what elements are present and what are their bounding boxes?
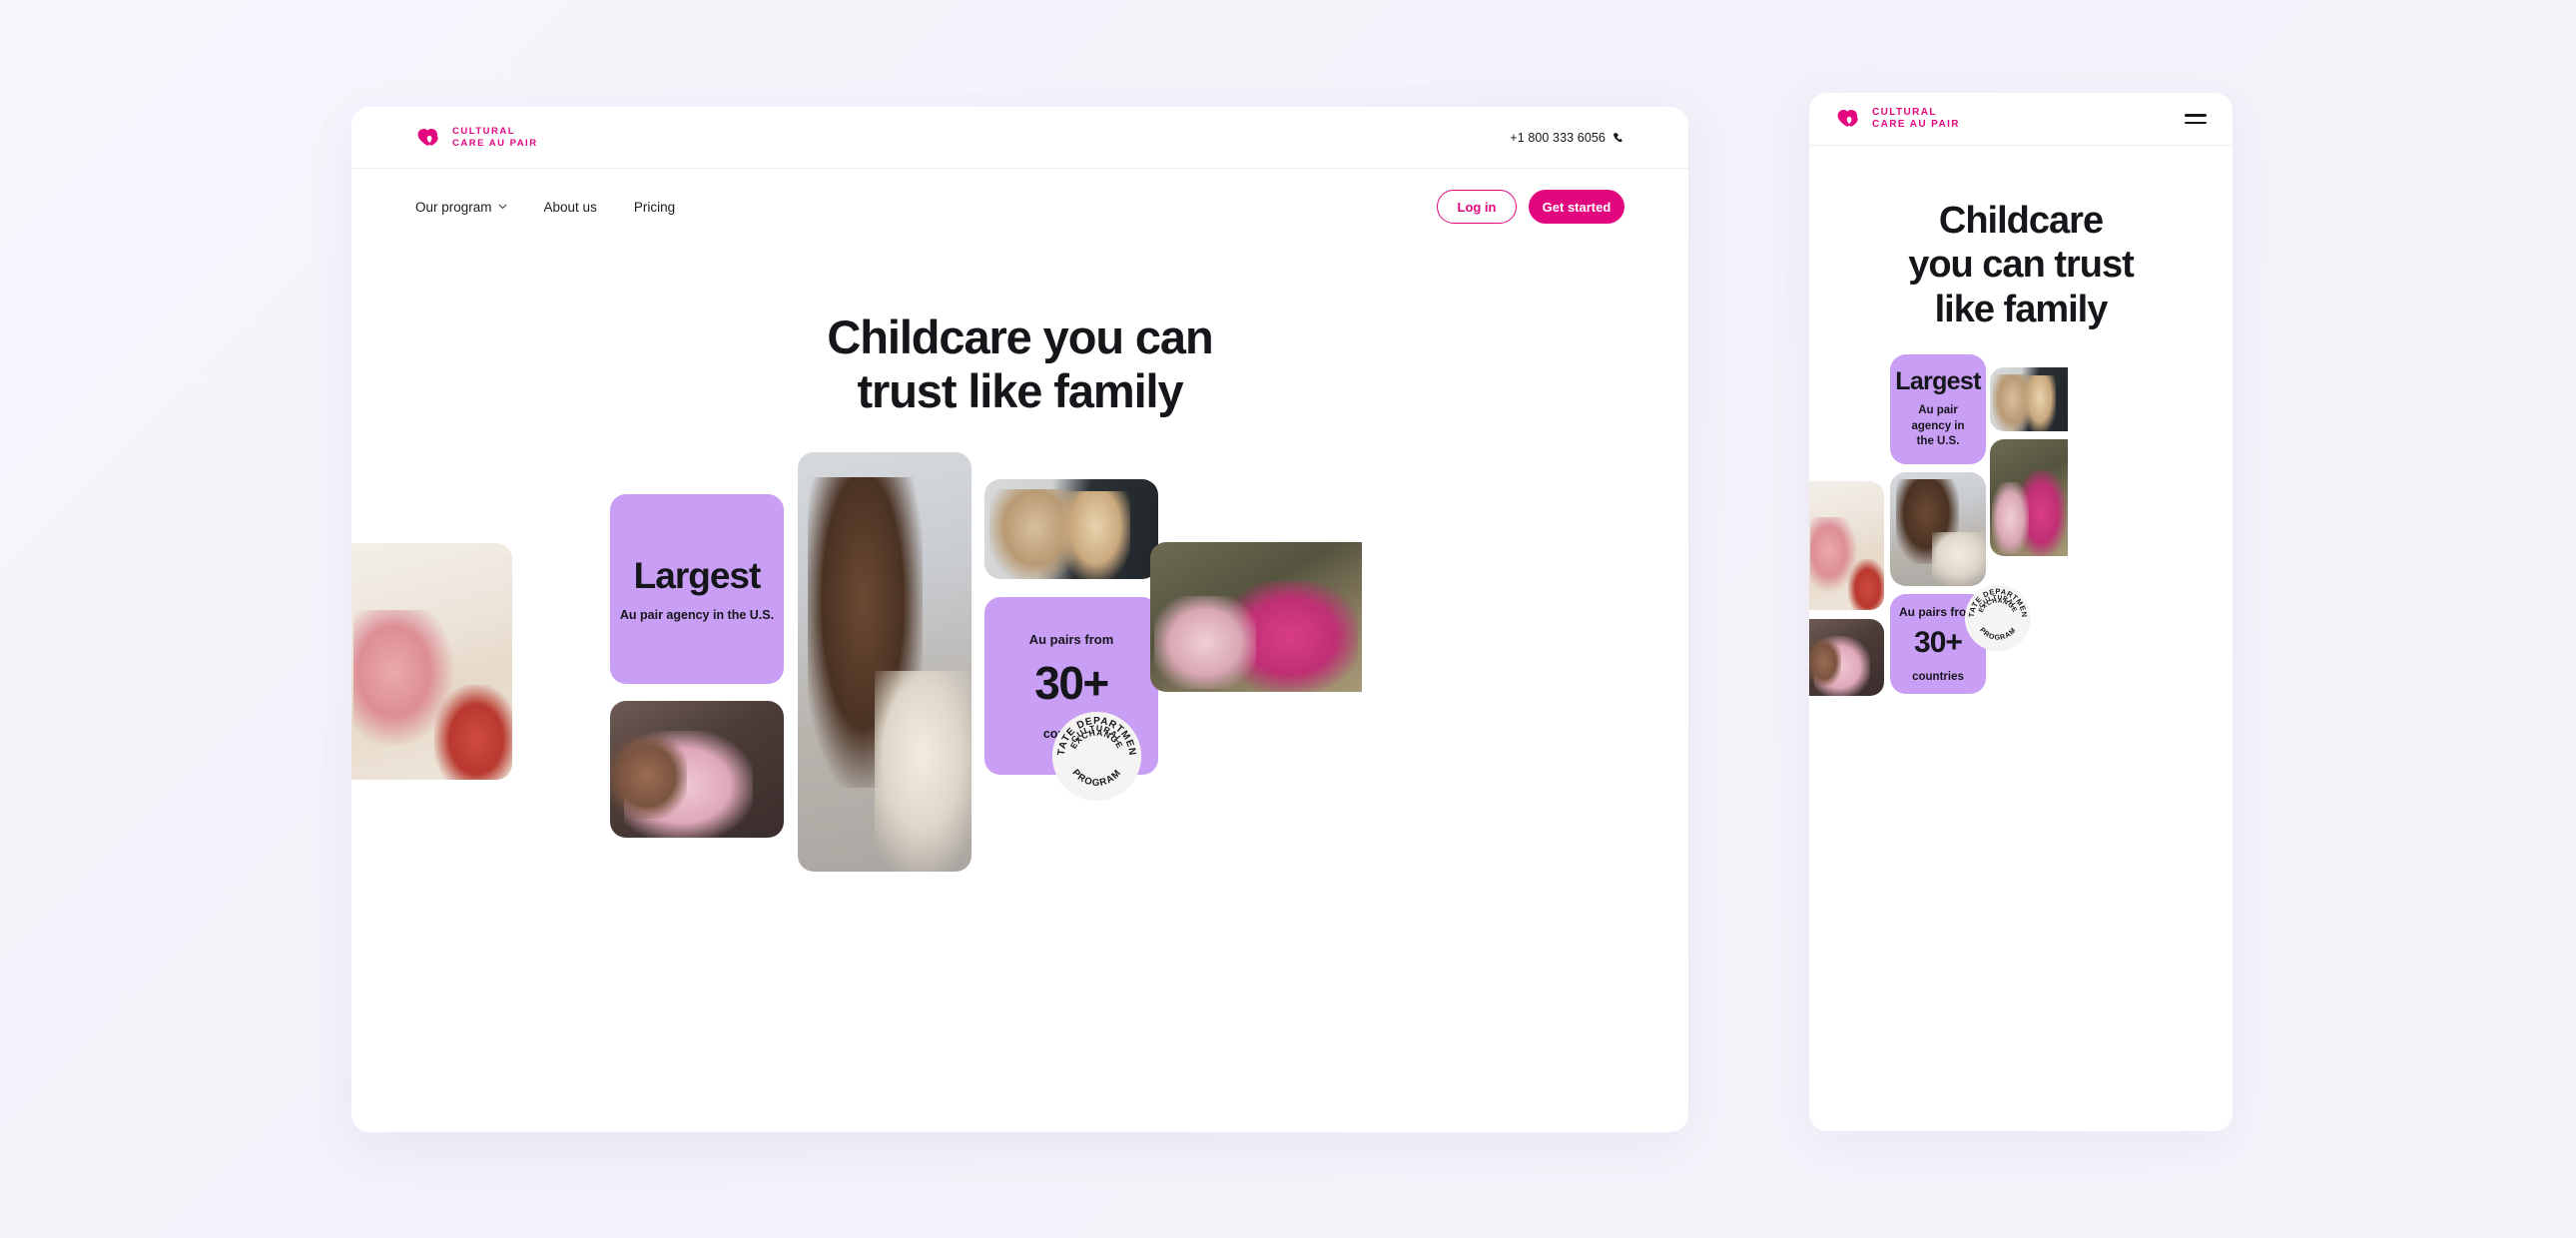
desktop-mockup-frame: CULTURAL CARE AU PAIR +1 800 333 6056 Ou… [351,107,1688,1132]
mobile-hero-title-line-1: Childcare [1938,200,2104,242]
brand-line-2: CARE AU PAIR [452,137,538,149]
state-department-seal-badge: STATE DEPARTMENT CULTURAL EXCHANGE PROGR… [1052,712,1141,802]
collage-photo-au-pair-with-baby [351,543,512,781]
phone-number-text: +1 800 333 6056 [1510,130,1606,145]
chevron-down-icon [498,204,506,209]
hero-title-line-2: trust like family [857,363,1183,417]
double-heart-logo-icon [417,128,438,146]
collage-photo-outdoors [1150,542,1362,693]
get-started-button[interactable]: Get started [1529,190,1624,224]
brand-line-1: CULTURAL [452,125,516,137]
phone-number[interactable]: +1 800 333 6056 [1510,131,1624,145]
mobile-hero-title: Childcare you can trust like family [1809,199,2233,331]
nav-item-about-us[interactable]: About us [544,200,597,215]
countries-top-label: Au pairs from [1028,631,1114,647]
mobile-largest-stat-card: Largest Au pair agency in the U.S. [1890,354,1986,465]
brand-logo[interactable]: CULTURAL CARE AU PAIR [415,126,538,150]
seal-badge-icon: STATE DEPARTMENT CULTURAL EXCHANGE PROGR… [1052,712,1141,802]
login-button[interactable]: Log in [1437,190,1517,224]
nav-item-pricing-label: Pricing [633,199,676,215]
largest-headline: Largest [633,554,762,596]
phone-icon [1613,132,1622,142]
collage-photo-clapping-toddler [798,452,971,873]
collage-photo-hug [610,701,784,839]
desktop-main-nav: Our program About us Pricing Log in Get … [351,169,1688,245]
hero-title-line-1: Childcare you can [827,310,1213,363]
mobile-countries-number: 30+ [1914,626,1963,660]
brand-logo-text: CULTURAL CARE AU PAIR [452,126,538,150]
desktop-photo-collage: Largest Au pair agency in the U.S. Au pa… [351,451,1688,1050]
mobile-collage-photo-hug [1809,619,1884,697]
nav-item-about-us-label: About us [543,199,597,215]
mobile-brand-logo-text: CULTURAL CARE AU PAIR [1872,107,1960,132]
nav-item-our-program-label: Our program [415,199,492,215]
mobile-countries-bottom-label: countries [1912,671,1964,684]
mobile-hero-title-line-2: you can trust [1908,244,2135,287]
nav-actions: Log in Get started [1437,190,1624,224]
collage-photo-pumpkin [984,479,1158,580]
mobile-state-department-seal-badge: STATE DEPARTMENT CULTURAL EXCHANGE PROGR… [1965,585,2031,652]
mobile-collage-photo-pumpkin [1990,367,2068,432]
mobile-brand-line-1: CULTURAL [1872,106,1937,118]
mobile-largest-headline: Largest [1895,367,1981,396]
hamburger-menu-icon[interactable] [2185,114,2207,124]
largest-stat-card: Largest Au pair agency in the U.S. [610,494,784,685]
nav-item-our-program[interactable]: Our program [415,200,507,215]
mobile-largest-subtext: Au pair agency in the U.S. [1911,404,1965,448]
desktop-hero-title: Childcare you can trust like family [351,310,1688,417]
seal-badge-icon: STATE DEPARTMENT CULTURAL EXCHANGE PROGR… [1965,585,2031,652]
countries-number: 30+ [1034,656,1109,709]
double-heart-logo-icon [1837,110,1858,127]
desktop-utility-bar: CULTURAL CARE AU PAIR +1 800 333 6056 [351,107,1688,169]
largest-subtext: Au pair agency in the U.S. [619,607,775,622]
mobile-brand-line-2: CARE AU PAIR [1872,119,1960,130]
nav-item-pricing[interactable]: Pricing [634,200,675,215]
mobile-collage-photo-outdoors [1990,439,2068,557]
mobile-collage-photo-clapping-toddler [1890,472,1986,587]
mobile-brand-logo[interactable]: CULTURAL CARE AU PAIR [1835,107,1960,132]
mobile-hero-title-line-3: like family [1934,288,2109,330]
mobile-collage-photo-au-pair-with-baby [1809,481,1884,611]
mobile-photo-collage: Largest Au pair agency in the U.S. Au pa… [1809,354,2233,923]
nav-links: Our program About us Pricing [415,200,675,215]
mobile-mockup-frame: CULTURAL CARE AU PAIR Childcare you can … [1809,93,2233,1131]
mobile-top-bar: CULTURAL CARE AU PAIR [1809,93,2233,146]
